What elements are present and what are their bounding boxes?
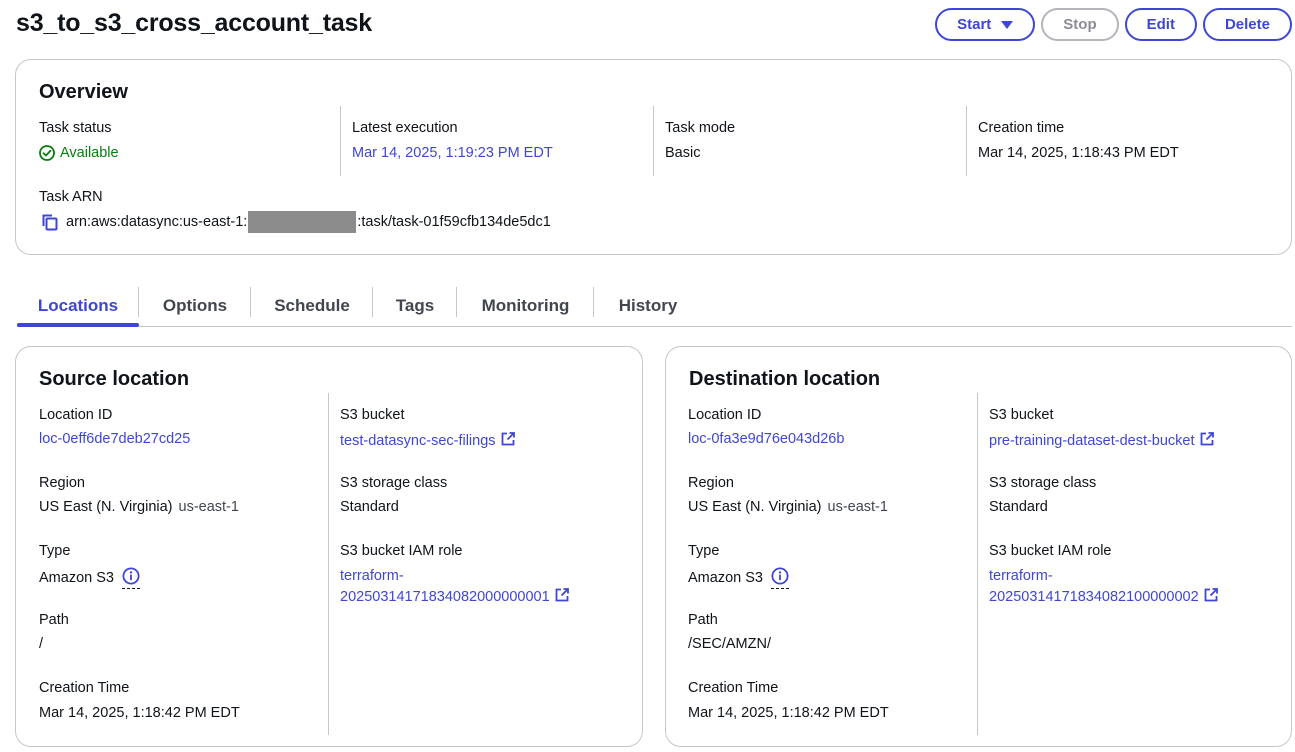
destination-location-id-label: Location ID (688, 407, 761, 423)
source-path-label: Path (39, 612, 69, 628)
info-icon (122, 567, 140, 585)
source-region-label: Region (39, 475, 85, 491)
source-location-title: Source location (39, 368, 189, 391)
creation-time-label: Creation time (978, 120, 1064, 136)
destination-type-value: Amazon S3 (688, 567, 789, 589)
task-status-value: Available (39, 145, 119, 161)
destination-s3-bucket-link[interactable]: pre-training-dataset-dest-bucket (989, 431, 1215, 449)
destination-iam-role-line2: 20250314171834082100000002 (989, 589, 1199, 605)
destination-iam-role-line1: terraform- (989, 566, 1269, 587)
destination-creation-time-label: Creation Time (688, 680, 778, 696)
task-arn-label: Task ARN (39, 189, 103, 205)
delete-button[interactable]: Delete (1203, 8, 1292, 41)
task-arn-suffix: :task/task-01f59cfb134de5dc1 (357, 214, 550, 230)
latest-execution-link[interactable]: Mar 14, 2025, 1:19:23 PM EDT (352, 145, 553, 161)
overview-divider-2 (653, 106, 654, 176)
destination-region-name: US East (N. Virginia) (688, 499, 822, 515)
source-type-text: Amazon S3 (39, 570, 114, 586)
task-status-label: Task status (39, 120, 112, 136)
external-link-icon (500, 431, 516, 447)
edit-button[interactable]: Edit (1125, 8, 1197, 41)
destination-storage-class-label: S3 storage class (989, 475, 1096, 491)
destination-s3-bucket-label: S3 bucket (989, 407, 1054, 423)
task-mode-value: Basic (665, 145, 700, 161)
destination-storage-class-value: Standard (989, 499, 1048, 515)
source-location-card: Source location Location ID loc-0eff6de7… (15, 346, 643, 747)
external-link-icon (1203, 587, 1219, 603)
tab-monitoring[interactable]: Monitoring (457, 285, 594, 326)
start-button[interactable]: Start (935, 8, 1035, 41)
task-arn-value: arn:aws:datasync:us-east-1: :task/task-0… (40, 211, 551, 233)
destination-creation-time-value: Mar 14, 2025, 1:18:42 PM EDT (688, 705, 889, 721)
check-circle-icon (39, 145, 55, 161)
destination-iam-role-link[interactable]: terraform- 20250314171834082100000002 (989, 566, 1269, 608)
destination-region-value: US East (N. Virginia) us-east-1 (688, 499, 888, 515)
tab-options[interactable]: Options (139, 285, 251, 326)
source-location-id-label: Location ID (39, 407, 112, 423)
source-storage-class-label: S3 storage class (340, 475, 447, 491)
source-region-name: US East (N. Virginia) (39, 499, 173, 515)
caret-down-icon (1001, 21, 1013, 29)
stop-button[interactable]: Stop (1041, 8, 1118, 41)
overview-card: Overview Task status Available Latest ex… (15, 59, 1292, 255)
source-iam-role-line2-wrap: 20250314171834082000000001 (340, 587, 620, 608)
overview-divider-1 (340, 106, 341, 176)
destination-iam-role-label: S3 bucket IAM role (989, 543, 1112, 559)
destination-path-label: Path (688, 612, 718, 628)
source-storage-class-value: Standard (340, 499, 399, 515)
tab-schedule[interactable]: Schedule (251, 285, 373, 326)
overview-title: Overview (39, 81, 128, 104)
latest-execution-label: Latest execution (352, 120, 458, 136)
page-title: s3_to_s3_cross_account_task (16, 9, 372, 38)
source-creation-time-value: Mar 14, 2025, 1:18:42 PM EDT (39, 705, 240, 721)
destination-iam-role-line2-wrap: 20250314171834082100000002 (989, 587, 1269, 608)
source-type-label: Type (39, 543, 70, 559)
overview-divider-3 (966, 106, 967, 176)
source-iam-role-line2: 20250314171834082000000001 (340, 589, 550, 605)
task-status-text: Available (60, 145, 119, 161)
source-region-value: US East (N. Virginia) us-east-1 (39, 499, 239, 515)
destination-s3-bucket-text: pre-training-dataset-dest-bucket (989, 433, 1195, 449)
tab-history[interactable]: History (594, 285, 702, 326)
destination-region-code: us-east-1 (828, 499, 888, 515)
redacted-account-id (248, 211, 356, 233)
source-iam-role-link[interactable]: terraform- 20250314171834082000000001 (340, 566, 620, 608)
source-iam-role-label: S3 bucket IAM role (340, 543, 463, 559)
source-creation-time-label: Creation Time (39, 680, 129, 696)
tab-locations[interactable]: Locations (17, 285, 139, 326)
destination-region-label: Region (688, 475, 734, 491)
source-s3-bucket-link[interactable]: test-datasync-sec-filings (340, 431, 516, 449)
destination-location-title: Destination location (689, 368, 880, 391)
source-region-code: us-east-1 (179, 499, 239, 515)
tab-tags[interactable]: Tags (373, 285, 457, 326)
source-path-value: / (39, 636, 43, 652)
source-iam-role-line1: terraform- (340, 566, 620, 587)
source-type-info[interactable] (122, 567, 140, 589)
tab-bar: Locations Options Schedule Tags Monitori… (17, 285, 1292, 327)
header-actions: Start Stop Edit Delete (935, 8, 1292, 41)
source-s3-bucket-text: test-datasync-sec-filings (340, 433, 496, 449)
destination-column-divider (977, 393, 978, 735)
destination-type-label: Type (688, 543, 719, 559)
destination-location-card: Destination location Location ID loc-0fa… (665, 346, 1292, 747)
task-mode-label: Task mode (665, 120, 735, 136)
destination-type-text: Amazon S3 (688, 570, 763, 586)
destination-location-id-link[interactable]: loc-0fa3e9d76e043d26b (688, 431, 844, 447)
source-column-divider (328, 393, 329, 735)
copy-icon[interactable] (40, 212, 60, 232)
destination-path-value: /SEC/AMZN/ (688, 636, 771, 652)
external-link-icon (1199, 431, 1215, 447)
source-type-value: Amazon S3 (39, 567, 140, 589)
external-link-icon (554, 587, 570, 603)
start-button-label: Start (957, 16, 991, 33)
creation-time-value: Mar 14, 2025, 1:18:43 PM EDT (978, 145, 1179, 161)
task-arn-prefix: arn:aws:datasync:us-east-1: (66, 214, 247, 230)
source-location-id-link[interactable]: loc-0eff6de7deb27cd25 (39, 431, 190, 447)
info-icon (771, 567, 789, 585)
source-s3-bucket-label: S3 bucket (340, 407, 405, 423)
destination-type-info[interactable] (771, 567, 789, 589)
